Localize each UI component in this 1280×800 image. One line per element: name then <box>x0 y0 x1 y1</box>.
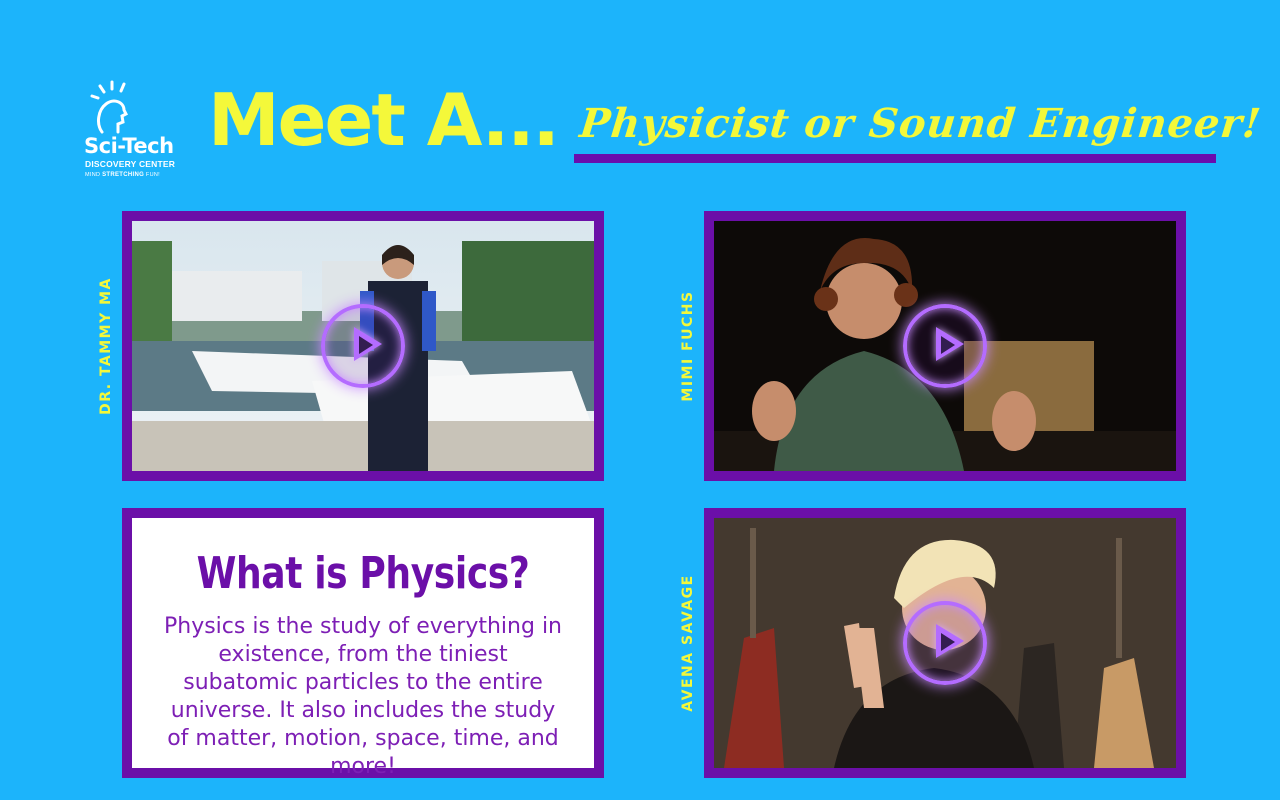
logo-subtitle: DISCOVERY CENTER <box>85 159 176 169</box>
info-heading: What is Physics? <box>196 548 530 599</box>
play-circle-icon[interactable] <box>903 304 987 388</box>
video-card-mimi-fuchs[interactable] <box>704 211 1186 481</box>
video-label-mimi: MIMI FUCHS <box>680 290 696 402</box>
physics-info-card: What is Physics? Physics is the study of… <box>122 508 604 779</box>
subtitle-underline <box>574 154 1216 163</box>
video-card-tammy-ma[interactable] <box>122 211 604 481</box>
video-label-tammy: DR. TAMMY MA <box>98 277 114 415</box>
page-title: Meet A... <box>208 78 560 162</box>
sci-tech-head-icon <box>90 80 129 134</box>
tagline-post: FUN! <box>145 172 160 178</box>
info-body: Physics is the study of everything in ex… <box>163 614 563 779</box>
video-card-avena-savage[interactable] <box>704 508 1186 778</box>
video-label-avena: AVENA SAVAGE <box>680 574 696 712</box>
tagline-bold: STRETCHING <box>102 172 145 178</box>
page-subtitle: Physicist or Sound Engineer! <box>577 100 1264 147</box>
sci-tech-logo[interactable]: Sci-Tech DISCOVERY CENTER MIND STRETCHIN… <box>82 80 192 190</box>
tagline-pre: MIND <box>85 172 101 178</box>
logo-tagline: MIND STRETCHING FUN! <box>85 172 160 178</box>
play-circle-icon[interactable] <box>321 304 405 388</box>
play-circle-icon[interactable] <box>903 601 987 685</box>
logo-brand: Sci-Tech <box>84 134 174 158</box>
